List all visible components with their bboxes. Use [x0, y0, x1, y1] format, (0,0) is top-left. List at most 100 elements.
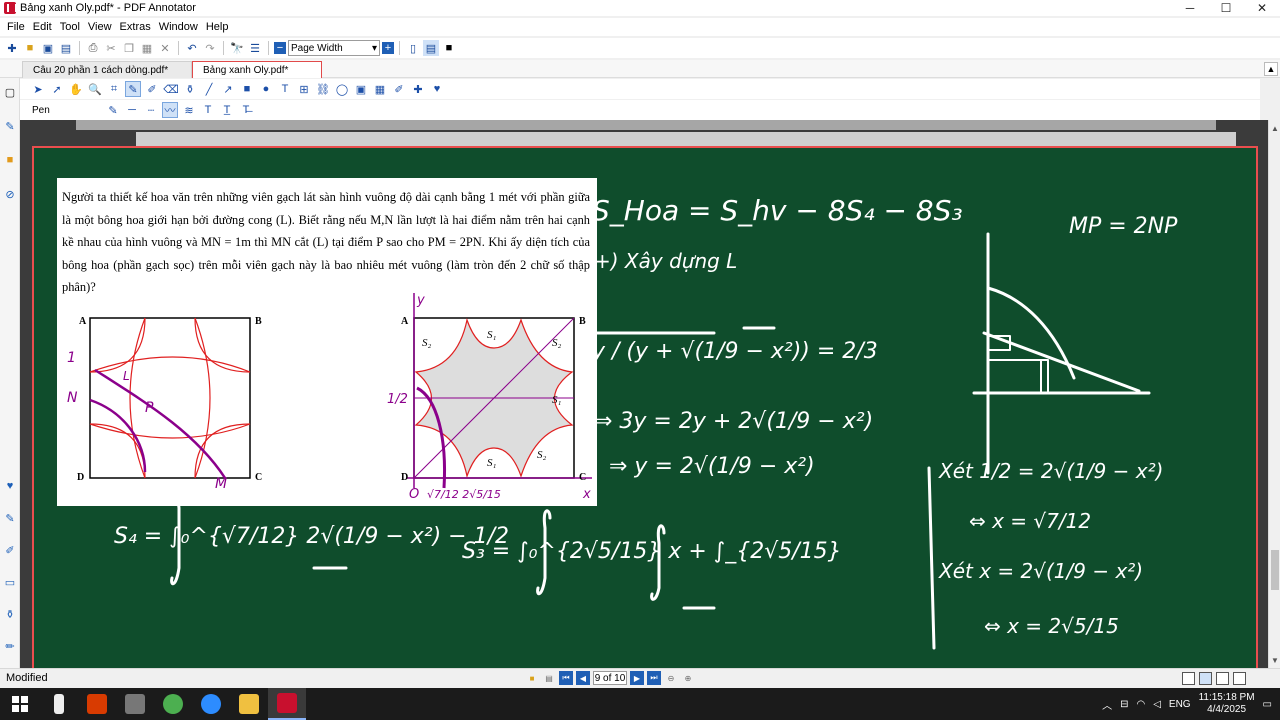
minimize-button[interactable]: ─ [1172, 0, 1208, 16]
menu-window[interactable]: Window [155, 21, 202, 33]
add-marker-icon[interactable]: ✚ [410, 81, 426, 97]
volume-icon[interactable]: ◁ [1153, 699, 1161, 710]
zoom-in-icon[interactable]: + [382, 42, 394, 54]
line-style-icon[interactable]: ┄ [143, 102, 159, 118]
favorites-heart-icon[interactable]: ♥ [2, 478, 18, 494]
favorites-dropdown-icon[interactable]: ♥ [429, 81, 445, 97]
forward-icon[interactable]: ⊕ [681, 671, 695, 685]
taskbar-explorer-app[interactable] [230, 688, 268, 720]
stamp-favorite-icon[interactable]: ⚱ [2, 606, 18, 622]
find-icon[interactable]: 🔭 [229, 40, 245, 56]
vertical-scrollbar[interactable]: ▲ ▼ [1268, 120, 1280, 668]
pdf-page[interactable]: S_Hoa = S_hv − 8S₄ − 8S₃ +) Xây dựng L y… [32, 146, 1258, 668]
text-underline-icon[interactable]: T̲ [219, 102, 235, 118]
smooth-stroke-icon[interactable]: 〰 [162, 102, 178, 118]
undo-icon[interactable]: ↶ [184, 40, 200, 56]
line-width-icon[interactable]: ─ [124, 102, 140, 118]
menu-view[interactable]: View [84, 21, 116, 33]
taskbar-zoom-app[interactable] [192, 688, 230, 720]
wifi-icon[interactable]: ◠ [1136, 699, 1145, 710]
grid-tool-icon[interactable]: ⊞ [296, 81, 312, 97]
last-page-icon[interactable]: ⏭ [647, 671, 661, 685]
link-tool-icon[interactable]: ⛓ [315, 81, 331, 97]
next-page-icon[interactable]: ▶ [630, 671, 644, 685]
select-arrow-icon[interactable]: ➤ [30, 81, 46, 97]
hand-tool-icon[interactable]: ✋ [68, 81, 84, 97]
ellipse-tool-icon[interactable]: ● [258, 81, 274, 97]
text-strike-icon[interactable]: T̶ [238, 102, 254, 118]
taskbar-pdf-annotator-app[interactable] [268, 688, 306, 720]
start-button[interactable] [0, 688, 40, 720]
properties-icon[interactable]: ☰ [247, 40, 263, 56]
taskbar-phone-app[interactable] [40, 688, 78, 720]
scrollbar-thumb[interactable] [1271, 550, 1279, 590]
two-page-continuous-mode-icon[interactable] [1233, 672, 1246, 685]
pen-favorite-icon[interactable]: ✎ [2, 510, 18, 526]
rectangle-tool-icon[interactable]: ■ [239, 81, 255, 97]
camera-icon[interactable]: ▣ [353, 81, 369, 97]
page-thumbnail-icon[interactable]: ▢ [2, 84, 18, 100]
delete-icon[interactable]: ✕ [157, 40, 173, 56]
previous-page-icon[interactable]: ◀ [576, 671, 590, 685]
fullscreen-icon[interactable]: ■ [441, 40, 457, 56]
zoom-tool-icon[interactable]: 🔍 [87, 81, 103, 97]
language-indicator[interactable]: ENG [1169, 699, 1191, 710]
single-page-view-icon[interactable]: ▯ [405, 40, 421, 56]
network-icon[interactable]: ⊟ [1120, 699, 1128, 710]
bookmark-sidebar-icon[interactable]: ■ [2, 152, 18, 168]
zoom-out-icon[interactable]: − [274, 42, 286, 54]
pen-tool-icon[interactable]: ✎ [125, 81, 141, 97]
continuous-view-icon[interactable]: ▤ [423, 40, 439, 56]
two-page-mode-icon[interactable] [1216, 672, 1229, 685]
tab-scroll-up-icon[interactable]: ▲ [1264, 62, 1278, 76]
lasso-tool-icon[interactable]: ◯ [334, 81, 350, 97]
single-page-mode-icon[interactable] [1182, 672, 1195, 685]
taskbar-tablet-app[interactable] [116, 688, 154, 720]
copy-icon[interactable]: ❐ [121, 40, 137, 56]
menu-help[interactable]: Help [202, 21, 233, 33]
marker-icon[interactable]: ✐ [391, 81, 407, 97]
insert-image-icon[interactable]: ▦ [372, 81, 388, 97]
page-indicator[interactable]: 9 of 10 [593, 671, 627, 685]
menu-tool[interactable]: Tool [56, 21, 84, 33]
tab-bang-xanh-oly[interactable]: Bảng xanh Oly.pdf* [192, 61, 322, 78]
open-folder-icon[interactable]: ■ [22, 40, 38, 56]
tab-cau-20[interactable]: Câu 20 phần 1 cách dòng.pdf* [22, 61, 192, 78]
pencil-favorite-icon[interactable]: ✏ [2, 638, 18, 654]
line-tool-icon[interactable]: ╱ [201, 81, 217, 97]
text-icon[interactable]: T [200, 102, 216, 118]
new-document-icon[interactable]: ✚ [4, 40, 20, 56]
scroll-down-icon[interactable]: ▼ [1269, 654, 1280, 666]
attachment-sidebar-icon[interactable]: ⊘ [2, 186, 18, 202]
chevron-up-icon[interactable]: ︿ [1102, 697, 1112, 712]
document-viewer[interactable]: S_Hoa = S_hv − 8S₄ − 8S₃ +) Xây dựng L y… [20, 120, 1268, 668]
save-icon[interactable]: ▣ [40, 40, 56, 56]
save-as-icon[interactable]: ▤ [58, 40, 74, 56]
menu-file[interactable]: File [3, 21, 29, 33]
clock[interactable]: 11:15:18 PM 4/4/2025 [1199, 692, 1255, 716]
text-box-favorite-icon[interactable]: ▭ [2, 574, 18, 590]
back-icon[interactable]: ⊖ [664, 671, 678, 685]
close-button[interactable]: ✕ [1244, 0, 1280, 16]
crop-icon[interactable]: ⌗ [106, 81, 122, 97]
text-tool-icon[interactable]: T [277, 81, 293, 97]
arrow-tool-icon[interactable]: ↗ [220, 81, 236, 97]
select-text-icon[interactable]: ➚ [49, 81, 65, 97]
menu-edit[interactable]: Edit [29, 21, 56, 33]
continuous-mode-icon[interactable] [1199, 672, 1212, 685]
highlighter-icon[interactable]: ✐ [144, 81, 160, 97]
stamp-tool-icon[interactable]: ⚱ [182, 81, 198, 97]
pen-color-icon[interactable]: ✎ [105, 102, 121, 118]
maximize-button[interactable]: ☐ [1208, 0, 1244, 16]
pen-sidebar-icon[interactable]: ✎ [2, 118, 18, 134]
eraser-icon[interactable]: ⌫ [163, 81, 179, 97]
marker-favorite-icon[interactable]: ✐ [2, 542, 18, 558]
redo-icon[interactable]: ↷ [202, 40, 218, 56]
notifications-icon[interactable]: ▭ [1263, 699, 1272, 710]
scroll-up-icon[interactable]: ▲ [1269, 122, 1280, 134]
paste-icon[interactable]: ▦ [139, 40, 155, 56]
folder-nav-icon[interactable]: ■ [525, 671, 539, 685]
pressure-icon[interactable]: ≋ [181, 102, 197, 118]
print-icon[interactable]: ⎙ [85, 40, 101, 56]
taskbar-office-app[interactable] [78, 688, 116, 720]
